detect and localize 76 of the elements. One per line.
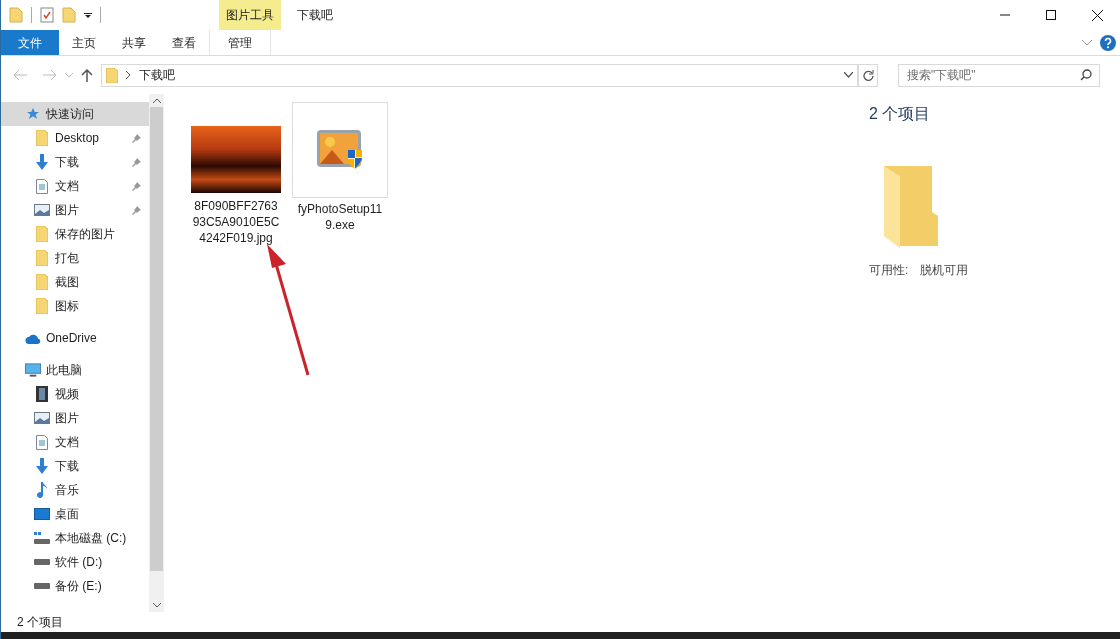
refresh-button[interactable] <box>858 63 878 87</box>
sidebar-item[interactable]: 快速访问 <box>1 102 149 126</box>
sidebar-item[interactable]: 文档 <box>1 430 149 454</box>
star-icon <box>25 107 41 121</box>
folder-icon <box>884 166 940 248</box>
folder-icon <box>34 250 50 266</box>
sidebar-item[interactable]: 截图 <box>1 270 149 294</box>
film-icon <box>34 386 50 402</box>
sidebar-item[interactable]: 图标 <box>1 294 149 318</box>
sidebar-item[interactable]: 软件 (D:) <box>1 550 149 574</box>
availability-label: 可用性: <box>869 262 909 279</box>
file-name: 8F090BFF276393C5A9010E5C4242F019.jpg <box>191 198 281 246</box>
sidebar-item[interactable]: 桌面 <box>1 502 149 526</box>
folder-icon <box>34 298 50 314</box>
up-arrow-icon[interactable] <box>81 68 93 82</box>
close-icon <box>1091 9 1103 21</box>
sidebar-item[interactable]: 文档 <box>1 174 149 198</box>
folder-icon <box>34 274 50 290</box>
ribbon-tab[interactable]: 共享 <box>109 30 159 55</box>
breadcrumb-item[interactable]: 下载吧 <box>139 66 175 84</box>
file-tab[interactable]: 文件 <box>1 30 59 55</box>
status-text: 2 个项目 <box>17 614 63 631</box>
window-title: 下载吧 <box>296 7 334 24</box>
sidebar-item[interactable]: 下载 <box>1 150 149 174</box>
cloud-icon <box>25 332 41 344</box>
dropdown-icon[interactable] <box>84 11 92 19</box>
desktop-icon <box>34 508 50 520</box>
sidebar-item[interactable]: 保存的图片 <box>1 222 149 246</box>
drive-icon <box>34 532 50 544</box>
file-item[interactable]: fyPhotoSetup119.exe <box>292 102 388 233</box>
chevron-down-icon[interactable] <box>844 72 853 78</box>
music-note-icon <box>34 482 50 498</box>
context-tab-group: 图片工具 <box>219 0 281 30</box>
sidebar-item[interactable]: 图片 <box>1 406 149 430</box>
sidebar-item[interactable]: 本地磁盘 (C:) <box>1 526 149 550</box>
availability-value: 脱机可用 <box>920 262 969 279</box>
drive-icon <box>34 583 50 589</box>
sidebar-item[interactable]: 下载 <box>1 454 149 478</box>
file-item[interactable]: 8F090BFF276393C5A9010E5C4242F019.jpg <box>188 102 284 246</box>
folder-icon <box>34 130 50 146</box>
file-name: fyPhotoSetup119.exe <box>296 201 384 233</box>
monitor-icon <box>25 363 41 377</box>
maximize-icon <box>1046 10 1056 20</box>
address-bar[interactable]: 下载吧 <box>101 63 858 87</box>
sidebar-item[interactable]: 此电脑 <box>1 358 149 382</box>
refresh-icon <box>862 69 874 81</box>
scrollbar[interactable] <box>149 94 164 612</box>
scroll-up-icon[interactable] <box>152 98 161 103</box>
search-field[interactable]: 搜索"下载吧" <box>898 63 1100 87</box>
help-icon[interactable] <box>1100 34 1116 51</box>
ribbon-tab[interactable]: 管理 <box>209 30 271 55</box>
down-arrow-icon <box>34 154 50 170</box>
sidebar-item[interactable]: 图片 <box>1 198 149 222</box>
scrollbar-thumb[interactable] <box>150 107 163 571</box>
folder-icon <box>106 67 118 83</box>
drive-icon <box>34 559 50 565</box>
search-icon[interactable] <box>1080 68 1092 81</box>
properties-icon[interactable] <box>40 7 54 23</box>
scroll-down-icon[interactable] <box>152 603 161 608</box>
picture-icon <box>34 204 50 216</box>
breadcrumb-separator-icon <box>126 71 131 79</box>
document-icon <box>34 434 50 450</box>
picture-icon <box>34 412 50 424</box>
sidebar-item[interactable]: OneDrive <box>1 326 149 350</box>
sidebar-item[interactable]: Desktop <box>1 126 149 150</box>
installer-icon <box>292 102 388 198</box>
document-icon <box>34 178 50 194</box>
details-title: 2 个项目 <box>869 104 932 124</box>
folder-icon <box>34 226 50 242</box>
ribbon-tab[interactable]: 主页 <box>59 30 109 55</box>
sidebar-item[interactable]: 音乐 <box>1 478 149 502</box>
ribbon-tab[interactable]: 查看 <box>159 30 209 55</box>
sidebar-item[interactable]: 视频 <box>1 382 149 406</box>
sidebar-item[interactable]: 备份 (E:) <box>1 574 149 598</box>
sidebar-item[interactable]: 打包 <box>1 246 149 270</box>
down-arrow-icon <box>34 458 50 474</box>
